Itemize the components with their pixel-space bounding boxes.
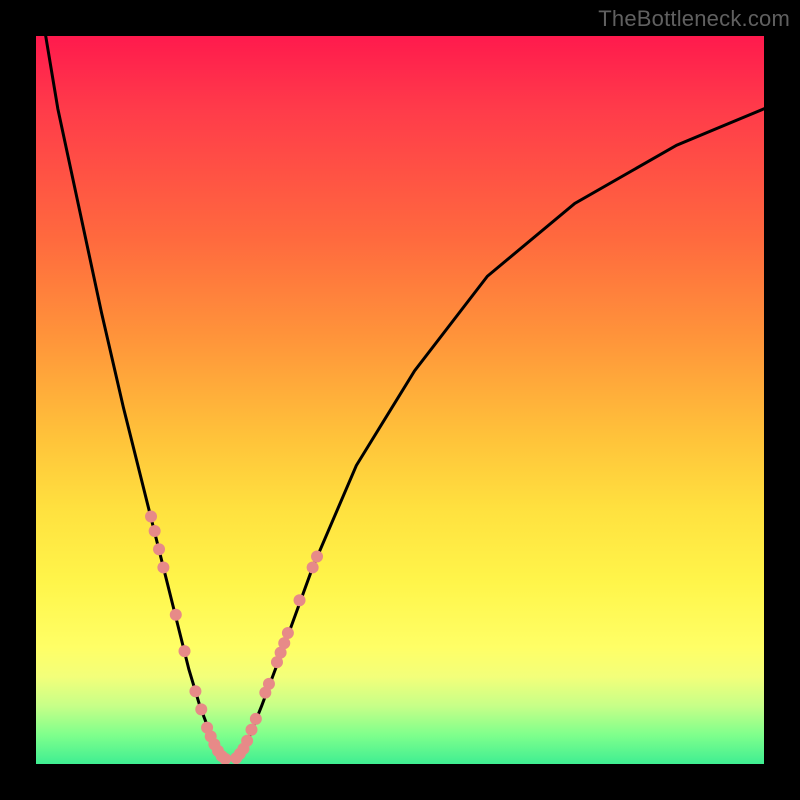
series-left-curve (43, 36, 225, 760)
marker-dot (149, 525, 161, 537)
marker-dot (250, 713, 262, 725)
chart-svg (36, 36, 764, 764)
curve-lines (43, 36, 764, 760)
marker-dot (153, 543, 165, 555)
marker-dot (179, 645, 191, 657)
marker-dot (241, 735, 253, 747)
marker-dot (145, 510, 157, 522)
marker-dot (307, 561, 319, 573)
watermark-text: TheBottleneck.com (598, 6, 790, 32)
marker-dot (311, 551, 323, 563)
marker-dot (157, 561, 169, 573)
marker-dot (170, 609, 182, 621)
marker-dot (195, 703, 207, 715)
chart-frame: TheBottleneck.com (0, 0, 800, 800)
marker-dot (245, 724, 257, 736)
marker-dot (278, 637, 290, 649)
series-right-curve (236, 109, 764, 758)
marker-dot (282, 627, 294, 639)
marker-dot (189, 685, 201, 697)
marker-dot (263, 678, 275, 690)
marker-dots (145, 510, 323, 764)
marker-dot (294, 594, 306, 606)
plot-area (36, 36, 764, 764)
